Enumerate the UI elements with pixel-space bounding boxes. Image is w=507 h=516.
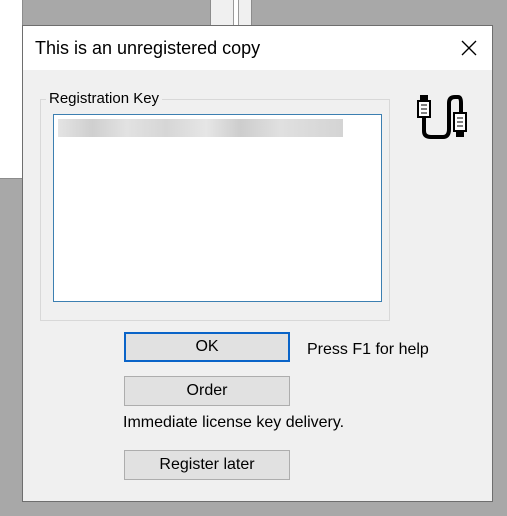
register-later-button[interactable]: Register later: [124, 450, 290, 480]
redacted-key-text: [58, 119, 343, 137]
help-hint: Press F1 for help: [307, 341, 429, 358]
close-icon: [461, 40, 477, 56]
order-button[interactable]: Order: [124, 376, 290, 406]
delivery-note: Immediate license key delivery.: [123, 414, 345, 431]
registration-key-input[interactable]: [53, 114, 382, 302]
background-window-top: [210, 0, 252, 26]
registration-key-label: Registration Key: [46, 90, 163, 107]
close-button[interactable]: [446, 26, 492, 70]
dialog-title: This is an unregistered copy: [35, 38, 261, 58]
background-window-scroll: [233, 0, 239, 26]
registration-dialog: This is an unregistered copy Registratio…: [22, 25, 493, 502]
ok-button[interactable]: OK: [124, 332, 290, 362]
background-window-left: [0, 0, 23, 179]
cable-connector-icon: [417, 95, 467, 139]
title-bar: This is an unregistered copy: [23, 26, 492, 70]
